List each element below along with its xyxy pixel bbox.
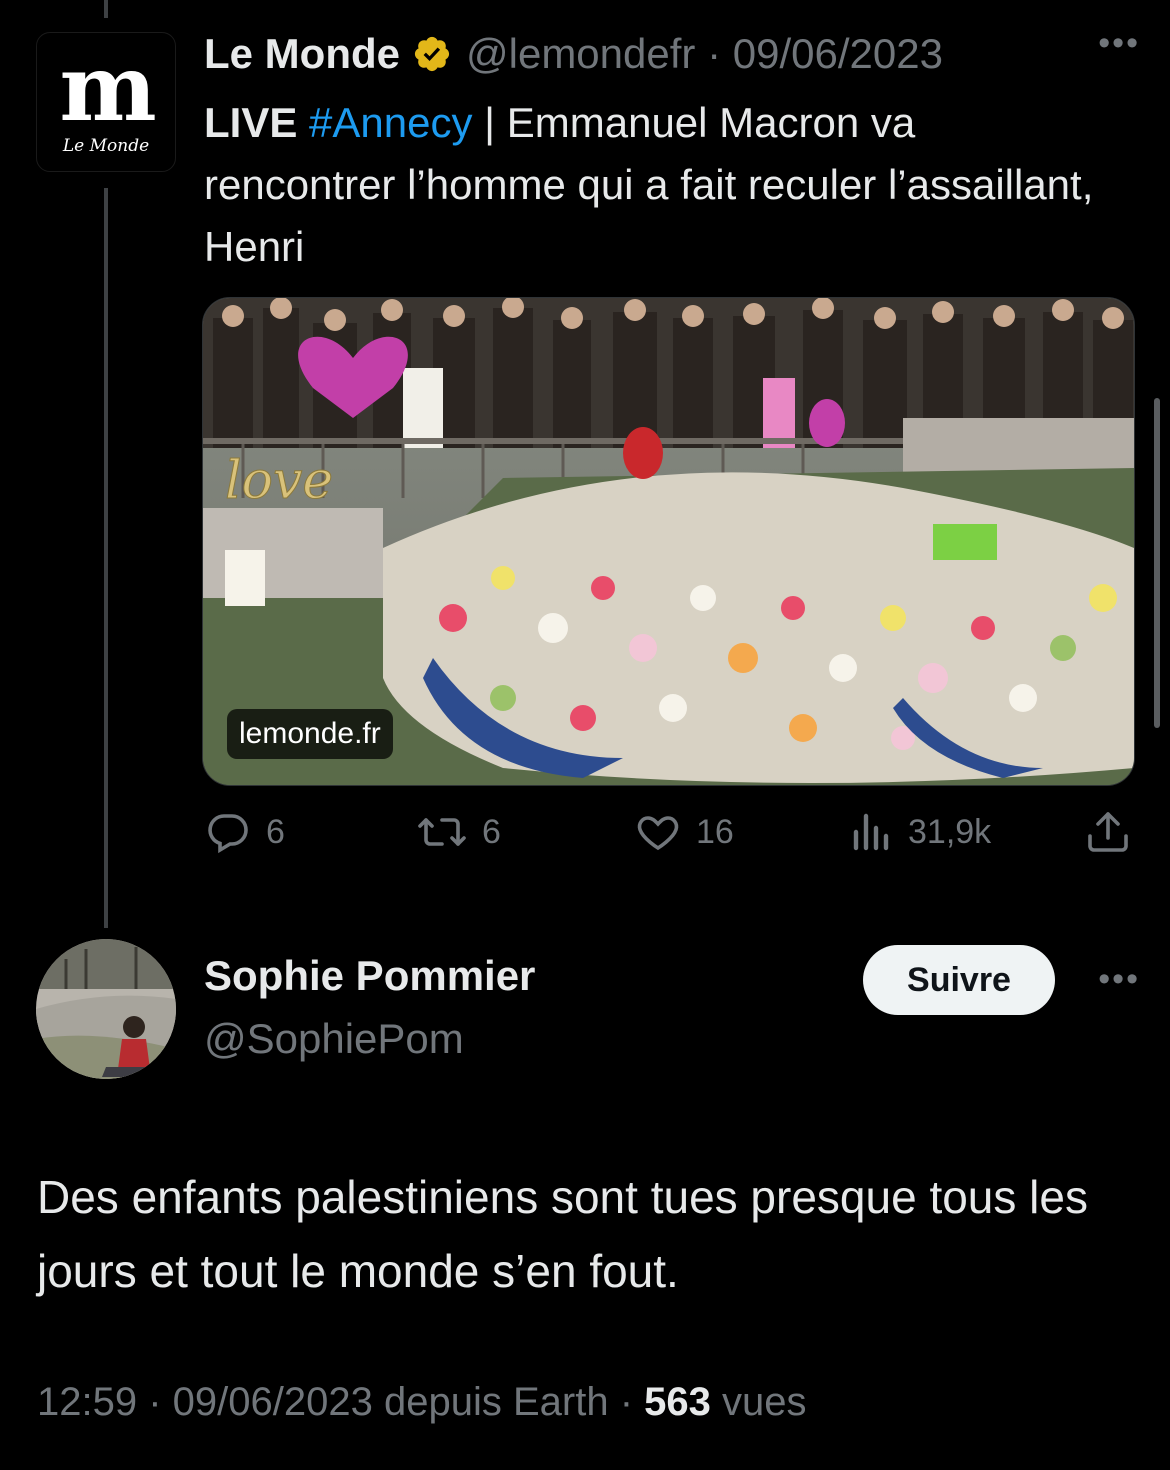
follow-button[interactable]: Suivre — [863, 945, 1055, 1015]
quoted-tweet-text: LIVE #Annecy | Emmanuel Macron va rencon… — [204, 92, 1104, 278]
thread-line — [104, 0, 108, 18]
meta-separator: · — [148, 1380, 173, 1424]
tweet-date[interactable]: 09/06/2023 — [733, 30, 943, 78]
author-handle[interactable]: @lemondefr — [466, 30, 695, 78]
like-count: 16 — [696, 812, 734, 851]
meta-separator: · — [695, 30, 733, 77]
text-separator: | — [472, 99, 507, 146]
share-icon — [1088, 812, 1128, 852]
le-monde-avatar[interactable]: m Le Monde — [36, 32, 176, 172]
thread-line — [104, 188, 108, 928]
tweet-time[interactable]: 12:59 — [37, 1380, 137, 1424]
retweet-count: 6 — [482, 812, 501, 851]
views-label: vues — [722, 1380, 807, 1424]
avatar-photo — [36, 939, 176, 1079]
share-button[interactable] — [1084, 808, 1146, 856]
reply-button[interactable]: 6 — [204, 808, 285, 856]
scrollbar[interactable] — [1154, 398, 1160, 728]
tweet-source: depuis Earth — [384, 1380, 609, 1424]
live-label: LIVE — [204, 99, 298, 146]
like-button[interactable]: 16 — [634, 808, 734, 856]
views-count: 563 — [644, 1380, 711, 1424]
le-monde-logo-letter: m — [59, 34, 156, 142]
tweet-meta: 12:59 · 09/06/2023 depuis Earth · 563 vu… — [37, 1380, 807, 1425]
views-count: 31,9k — [908, 812, 992, 851]
author-name[interactable]: Le Monde — [204, 30, 400, 78]
sophie-pommier-avatar[interactable] — [36, 939, 176, 1079]
author-handle[interactable]: @SophiePom — [204, 1015, 464, 1063]
more-icon[interactable]: ••• — [1098, 960, 1140, 999]
views-button[interactable]: 31,9k — [850, 808, 991, 856]
views-icon — [853, 813, 889, 851]
tweet-date[interactable]: 09/06/2023 — [173, 1380, 373, 1424]
more-icon[interactable]: ••• — [1098, 24, 1140, 63]
tweet-media-image[interactable]: love lemonde.fr — [202, 297, 1135, 786]
like-icon — [637, 816, 679, 851]
author-name[interactable]: Sophie Pommier — [204, 952, 535, 1000]
tweet-detail-page: m Le Monde Le Monde @lemondefr · 09/06/2… — [0, 0, 1170, 1470]
hashtag-link[interactable]: #Annecy — [309, 99, 472, 146]
love-balloon-text: love — [225, 451, 333, 511]
verified-badge-icon — [412, 34, 452, 74]
retweet-button[interactable]: 6 — [416, 808, 501, 856]
quoted-tweet-header: Le Monde @lemondefr · 09/06/2023 — [204, 24, 1130, 84]
reply-icon — [208, 814, 248, 854]
action-bar: 6 6 16 31,9k — [204, 808, 1134, 868]
tweet-text: Des enfants palestiniens sont tues presq… — [37, 1171, 1088, 1297]
le-monde-logo-caption: Le Monde — [62, 136, 150, 156]
meta-separator: · — [619, 1380, 645, 1424]
reply-count: 6 — [266, 812, 285, 851]
retweet-icon — [418, 818, 466, 846]
media-domain-label[interactable]: lemonde.fr — [227, 709, 393, 759]
